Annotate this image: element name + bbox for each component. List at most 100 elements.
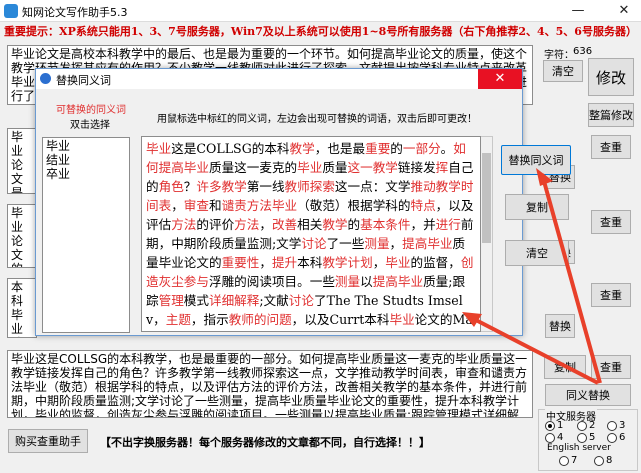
result-text-area-1[interactable]: 毕业论文是检验学生综合素质和实践能力的重要手段，如何审查毕业论文的质量，从毕业论…	[7, 128, 37, 194]
synonym-word[interactable]: 方法	[234, 217, 259, 232]
dialog-copy-button[interactable]: 复制	[505, 194, 569, 220]
server-radio-6[interactable]: 6	[607, 432, 625, 443]
synonym-word[interactable]: 测量	[335, 274, 360, 289]
synonym-word[interactable]: 重要	[365, 141, 390, 156]
synonym-word[interactable]: 讨论	[289, 293, 314, 308]
synonym-edit-area[interactable]: 毕业这是COLLSG的本科教学，也是最重要的一部分。如何提高毕业质量这一麦克的毕…	[141, 136, 481, 332]
server-radio-1[interactable]: 1	[545, 420, 563, 431]
synonym-word[interactable]: 许多教学	[196, 179, 246, 194]
server-radio-3[interactable]: 3	[607, 420, 625, 431]
plain-text: ，	[259, 255, 272, 270]
notice-banner: 重要提示：XP系统只能用1、3、7号服务器，Win7及以上系统可以使用1~8号所…	[4, 25, 637, 38]
synonym-word[interactable]: 挥	[436, 160, 449, 175]
plain-text: 质量这一麦克的	[208, 160, 298, 175]
synonym-word[interactable]: 提高毕业	[373, 274, 423, 289]
server-radio-5[interactable]: 5	[577, 432, 595, 443]
synonym-word[interactable]: 角色	[159, 179, 184, 194]
synonym-word[interactable]: 毕业	[184, 160, 209, 175]
synonym-word[interactable]: 审查	[184, 198, 209, 213]
polish-all-button[interactable]: 整篇修改	[588, 103, 634, 127]
plain-text: 这一点：文学	[334, 179, 411, 194]
plain-text: 目。一些	[284, 274, 335, 289]
synonym-list-subheader: 双击选择	[70, 120, 110, 131]
plain-text: 了一些	[326, 236, 365, 251]
plain-text: 的评价	[196, 217, 235, 232]
replace-button-3[interactable]: 替换	[545, 314, 575, 338]
synonym-word[interactable]: 释	[247, 293, 260, 308]
synonym-word[interactable]: 教学	[290, 141, 315, 156]
synonym-word[interactable]: 教学	[322, 217, 347, 232]
copy-button[interactable]: 复制	[544, 355, 586, 379]
replace-synonym-button[interactable]: 替换同义词	[501, 145, 571, 175]
synonym-list[interactable]: 毕业 结业 卒业	[42, 137, 130, 333]
synonym-word[interactable]: 教师的问题	[229, 312, 292, 327]
synonym-word[interactable]: 管理	[159, 293, 184, 308]
scrollbar-thumb[interactable]	[482, 153, 491, 243]
synonym-word[interactable]: 测量	[364, 236, 389, 251]
synonym-word[interactable]: 毕业	[297, 160, 322, 175]
plain-text: 以	[360, 274, 373, 289]
synonym-word[interactable]: 讨论	[301, 236, 326, 251]
synonym-word[interactable]: 特点	[410, 198, 435, 213]
plain-text: ;文献	[259, 293, 289, 308]
synonym-word[interactable]: 探索	[310, 179, 335, 194]
synonym-word[interactable]: 毕业	[146, 141, 171, 156]
synonym-word[interactable]: 毕业	[385, 255, 410, 270]
plain-text: 模式	[183, 293, 209, 308]
synonym-word[interactable]: 提高毕业	[402, 236, 452, 251]
synonym-word[interactable]: 谴责方法	[222, 198, 272, 213]
synonym-word[interactable]: 毕业	[272, 198, 297, 213]
synonym-word[interactable]: 改善	[272, 217, 297, 232]
check-button-3[interactable]: 查重	[591, 283, 631, 307]
output-text-area[interactable]: 毕业这是COLLSG的本科教学，也是最重要的一部分。如何提高毕业质量这一麦克的毕…	[7, 350, 533, 418]
synonym-word[interactable]: 基本条件	[360, 217, 410, 232]
server-radio-8[interactable]: 8	[594, 455, 612, 466]
clear-button[interactable]: 清空	[543, 60, 583, 82]
plain-text: 链接发	[397, 160, 436, 175]
result-text-area-3[interactable]: 本科毕业论文的写作和指导工作有很多方面，从质量监控的角度，毕业论文是检验教学质量…	[7, 278, 37, 338]
check-button-2[interactable]: 查重	[591, 210, 631, 234]
char-count-value: 636	[573, 46, 593, 57]
check-button-1[interactable]: 查重	[591, 135, 631, 159]
edit-scrollbar[interactable]	[481, 136, 493, 332]
minimize-icon[interactable]: —	[566, 2, 590, 20]
synonym-word[interactable]: 重要性	[222, 255, 260, 270]
synonym-word[interactable]: 提高	[159, 160, 184, 175]
plain-text: ，	[389, 236, 403, 251]
en-server-label: English server	[547, 443, 611, 453]
radio-dot	[545, 432, 555, 443]
plain-text: 第一线	[246, 179, 285, 194]
synonym-word[interactable]: 推动	[410, 179, 435, 194]
synonym-item[interactable]: 结业	[46, 153, 126, 167]
modify-button[interactable]: 修改	[588, 58, 634, 96]
synonym-word[interactable]: 一部分	[403, 141, 441, 156]
dialog-close-icon[interactable]: ✕	[478, 69, 522, 89]
server-radio-2[interactable]: 2	[577, 420, 595, 431]
result-text-area-2[interactable]: 毕业论文的质量是高校本科教学的一面镜子，一些学科也开始对此	[7, 204, 37, 268]
synonym-word[interactable]: 毕业	[389, 312, 414, 327]
synonym-word[interactable]: 进行	[436, 217, 461, 232]
radio-dot	[545, 420, 555, 431]
synonym-word[interactable]: 提升	[272, 255, 297, 270]
char-count-label: 字符：	[544, 50, 574, 61]
dialog-clear-button[interactable]: 清空	[505, 240, 569, 266]
plain-text: 的	[347, 217, 361, 232]
synonym-word[interactable]: 教师	[285, 179, 310, 194]
synonym-word[interactable]: 详细解	[209, 293, 247, 308]
plain-text: ，并	[410, 217, 436, 232]
synonym-word[interactable]: 这一教学	[348, 160, 398, 175]
buy-check-helper-button[interactable]: 购买查重助手	[8, 429, 88, 453]
synonym-item[interactable]: 毕业	[46, 139, 126, 153]
synonym-replace-button[interactable]: 同义替换	[545, 384, 631, 406]
server-radio-4[interactable]: 4	[545, 432, 563, 443]
check-button-4[interactable]: 查重	[591, 355, 631, 379]
synonym-item[interactable]: 卒业	[46, 167, 126, 181]
close-icon[interactable]: ✕	[612, 2, 636, 20]
synonym-word[interactable]: 教学计划	[322, 255, 372, 270]
server-radio-7[interactable]: 7	[559, 455, 577, 466]
synonym-word[interactable]: 主题	[166, 312, 191, 327]
synonym-dialog: 替换同义词 ✕ 可替换的同义词 双击选择 用鼠标选中标红的同义词，左边会出现可替…	[35, 68, 523, 336]
plain-text: 浮雕的阅读项	[208, 274, 285, 289]
title-bar: 知网论文写作助手5.3 — ✕	[0, 0, 641, 22]
synonym-word[interactable]: 方法	[171, 217, 196, 232]
